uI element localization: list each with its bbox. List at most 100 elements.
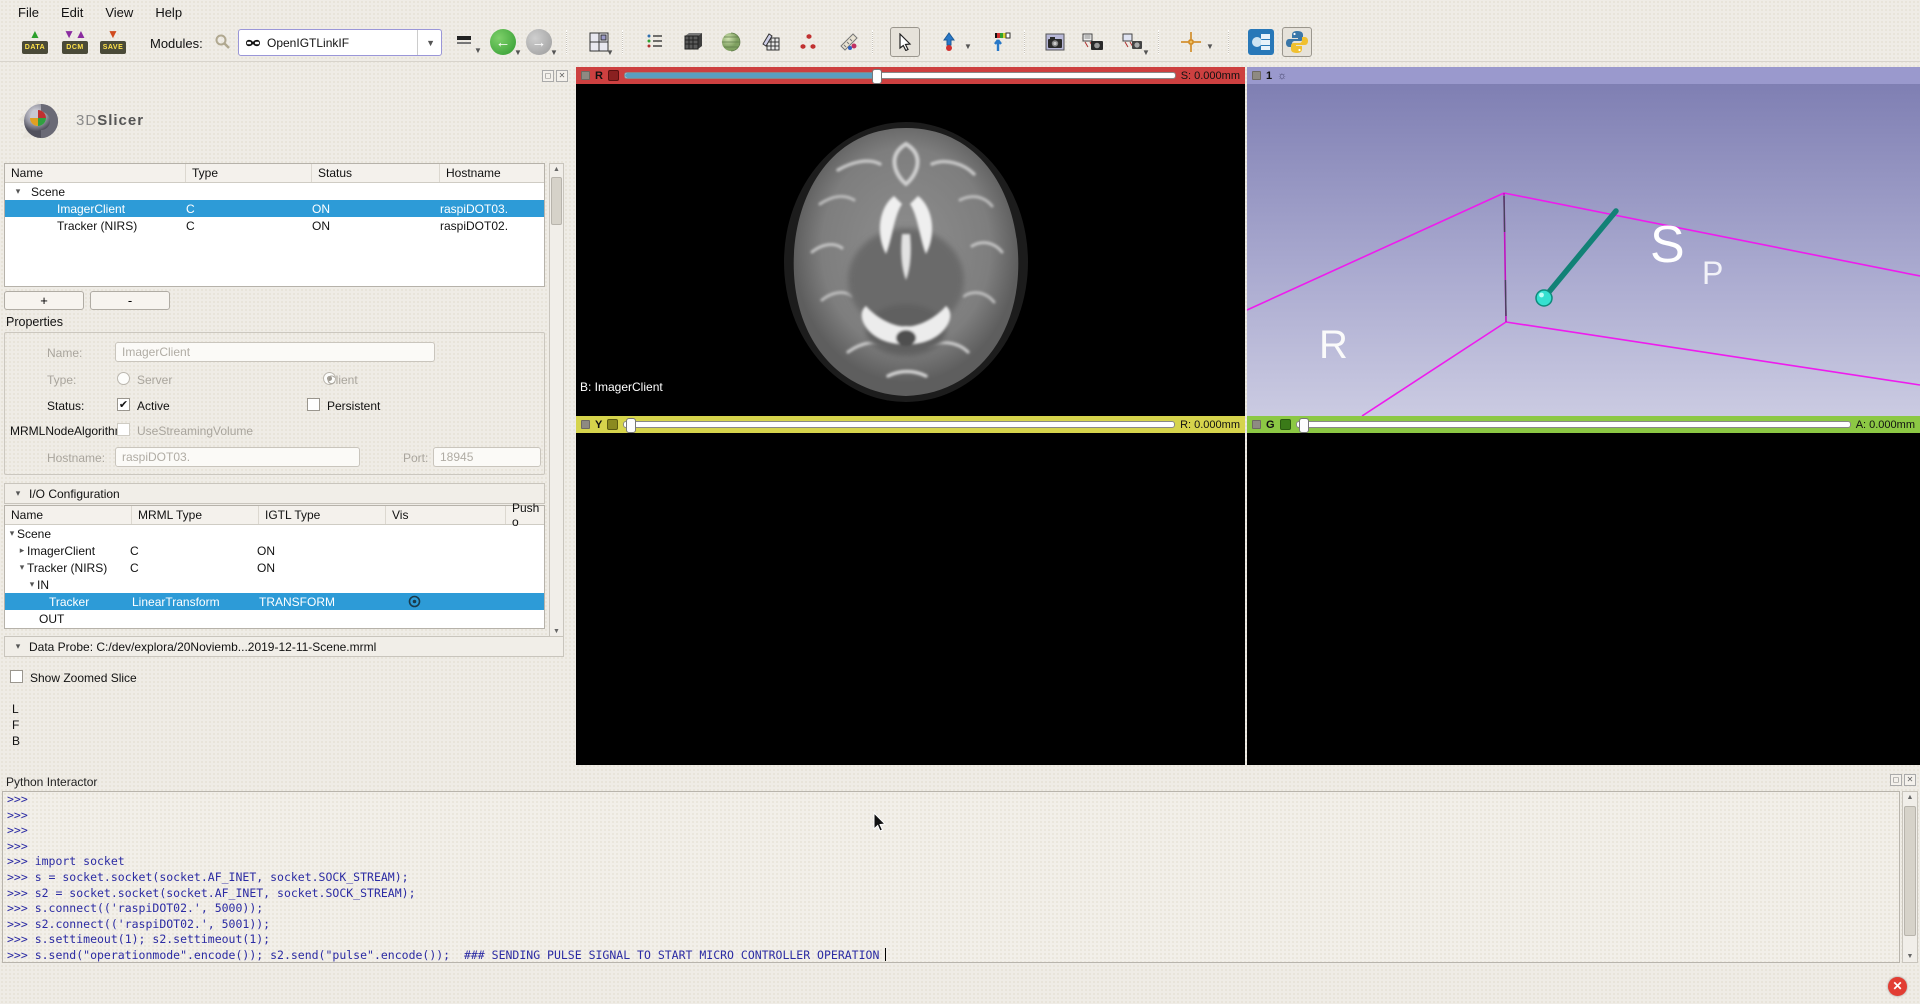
module-history-icon[interactable] xyxy=(452,27,476,57)
panel-close-icon[interactable]: ✕ xyxy=(556,70,568,82)
yellow-slice-controller[interactable]: Y R: 0.000mm xyxy=(576,416,1245,433)
python-console[interactable]: >>> >>> >>> >>> >>> import socket >>> s … xyxy=(2,791,1900,963)
col-type[interactable]: Type xyxy=(186,164,312,182)
expander-icon[interactable]: ▾ xyxy=(27,579,37,590)
python-panel-close-icon[interactable]: ✕ xyxy=(1904,774,1916,786)
module-panel-scrollbar[interactable]: ▲ ▼ xyxy=(549,163,564,638)
col-status[interactable]: Status xyxy=(312,164,440,182)
yellow-slice-view[interactable] xyxy=(576,433,1245,765)
expander-icon[interactable]: ▾ xyxy=(17,562,27,573)
active-checkbox[interactable]: ✔ xyxy=(117,398,130,411)
remove-connector-button[interactable]: - xyxy=(90,291,170,310)
menu-edit[interactable]: Edit xyxy=(51,2,93,23)
back-history-caret-icon[interactable]: ▼ xyxy=(514,48,522,57)
server-radio[interactable] xyxy=(117,372,130,385)
slice-link-icon[interactable] xyxy=(1280,419,1291,430)
threed-view[interactable]: S P R xyxy=(1247,84,1920,416)
green-slice-controller[interactable]: G A: 0.000mm xyxy=(1247,416,1920,433)
module-selector[interactable]: OpenIGTLinkIF ▼ xyxy=(238,29,442,56)
use-streaming-volume-checkbox[interactable] xyxy=(117,423,130,436)
extensions-icon[interactable] xyxy=(1246,27,1276,57)
window-level-icon[interactable] xyxy=(986,27,1016,57)
io-row-out[interactable]: OUT xyxy=(5,610,544,627)
pin-icon[interactable] xyxy=(1252,71,1261,80)
ruler-icon[interactable] xyxy=(834,27,864,57)
green-slice-slider[interactable] xyxy=(1296,421,1851,428)
layout-caret-icon[interactable]: ▼ xyxy=(606,48,614,57)
persistent-checkbox[interactable] xyxy=(307,398,320,411)
expander-icon[interactable]: ▸ xyxy=(17,545,27,556)
fiducials-icon[interactable] xyxy=(794,27,824,57)
module-list-icon[interactable] xyxy=(640,27,670,57)
python-icon[interactable] xyxy=(1282,27,1312,57)
module-history-caret-icon[interactable]: ▼ xyxy=(474,46,482,55)
screenshot-icon[interactable] xyxy=(1040,27,1070,57)
place-mode-caret-icon[interactable]: ▼ xyxy=(964,42,972,51)
io-row-tracker-nirs[interactable]: ▾ Tracker (NIRS) C ON xyxy=(5,559,544,576)
persistent-checkbox-label[interactable]: Persistent xyxy=(327,399,380,413)
add-connector-button[interactable]: + xyxy=(4,291,84,310)
io-row-imagerclient[interactable]: ▸ ImagerClient C ON xyxy=(5,542,544,559)
expander-icon[interactable]: ▾ xyxy=(7,528,17,539)
pin-icon[interactable] xyxy=(581,420,590,429)
io-configuration-header[interactable]: ▾ I/O Configuration xyxy=(4,483,545,504)
connector-row-imagerclient[interactable]: ImagerClient C ON raspiDOT03. xyxy=(5,200,544,217)
scrollbar-thumb[interactable] xyxy=(551,177,562,225)
menu-file[interactable]: File xyxy=(8,2,49,23)
slice-layers-icon[interactable] xyxy=(756,27,786,57)
place-fiducial-icon[interactable] xyxy=(934,27,964,57)
server-radio-label[interactable]: Server xyxy=(137,373,172,387)
expander-icon[interactable]: ▾ xyxy=(13,186,23,197)
menu-help[interactable]: Help xyxy=(145,2,192,23)
panel-undock-icon[interactable]: ◻ xyxy=(542,70,554,82)
client-radio-label[interactable]: Client xyxy=(327,373,358,387)
load-data-icon[interactable]: ▲DATA xyxy=(20,27,50,57)
slice-link-icon[interactable] xyxy=(608,70,619,81)
yellow-slice-slider[interactable] xyxy=(623,421,1175,428)
menu-view[interactable]: View xyxy=(95,2,143,23)
scene-restore-caret-icon[interactable]: ▼ xyxy=(1142,48,1150,57)
scrollbar-thumb[interactable] xyxy=(1904,806,1916,936)
show-zoomed-slice-label[interactable]: Show Zoomed Slice xyxy=(30,671,137,685)
crosshair-icon[interactable] xyxy=(1176,27,1206,57)
slider-handle[interactable] xyxy=(626,418,636,433)
save-icon[interactable]: ▼SAVE xyxy=(98,27,128,57)
col-name[interactable]: Name xyxy=(5,164,186,182)
io-row-tracker[interactable]: Tracker LinearTransform TRANSFORM xyxy=(5,593,544,610)
hostname-field[interactable]: raspiDOT03. xyxy=(115,447,360,467)
slider-handle[interactable] xyxy=(872,69,882,84)
connector-row-scene[interactable]: ▾ Scene xyxy=(5,183,544,200)
io-col-push[interactable]: Push o xyxy=(506,506,544,524)
visibility-icon[interactable] xyxy=(408,595,421,608)
pin-icon[interactable] xyxy=(1252,420,1261,429)
io-col-mrml-type[interactable]: MRML Type xyxy=(132,506,259,524)
forward-history-caret-icon[interactable]: ▼ xyxy=(550,48,558,57)
red-slice-slider[interactable] xyxy=(624,72,1176,79)
io-col-igtl-type[interactable]: IGTL Type xyxy=(259,506,386,524)
search-icon[interactable] xyxy=(208,27,238,57)
red-slice-view[interactable]: B: ImagerClient xyxy=(576,84,1245,416)
active-checkbox-label[interactable]: Active xyxy=(137,399,170,413)
python-panel-undock-icon[interactable]: ◻ xyxy=(1890,774,1902,786)
io-row-scene[interactable]: ▾ Scene xyxy=(5,525,544,542)
pin-icon[interactable] xyxy=(581,71,590,80)
data-probe-header[interactable]: ▾ Data Probe: C:/dev/explora/20Noviemb..… xyxy=(4,636,564,657)
port-field[interactable]: 18945 xyxy=(433,447,541,467)
scene-capture-icon[interactable] xyxy=(1078,27,1108,57)
crosshair-caret-icon[interactable]: ▼ xyxy=(1206,42,1214,51)
error-indicator-close-icon[interactable]: ✕ xyxy=(1888,977,1907,996)
col-hostname[interactable]: Hostname xyxy=(440,164,544,182)
slice-link-icon[interactable] xyxy=(607,419,618,430)
mouse-pointer-icon[interactable] xyxy=(890,27,920,57)
red-slice-controller[interactable]: R S: 0.000mm xyxy=(576,67,1245,84)
io-col-vis[interactable]: Vis xyxy=(386,506,506,524)
threed-view-controller[interactable]: 1 ☼ xyxy=(1247,67,1920,84)
slider-handle[interactable] xyxy=(1299,418,1309,433)
green-slice-view[interactable] xyxy=(1247,433,1920,765)
show-zoomed-slice-checkbox[interactable] xyxy=(10,670,23,683)
console-scrollbar[interactable]: ▲ ▼ xyxy=(1902,791,1918,963)
io-row-in[interactable]: ▾ IN xyxy=(5,576,544,593)
io-col-name[interactable]: Name xyxy=(5,506,132,524)
volume-cube-icon[interactable] xyxy=(678,27,708,57)
load-dicom-icon[interactable]: ▼▲DCM xyxy=(60,27,90,57)
